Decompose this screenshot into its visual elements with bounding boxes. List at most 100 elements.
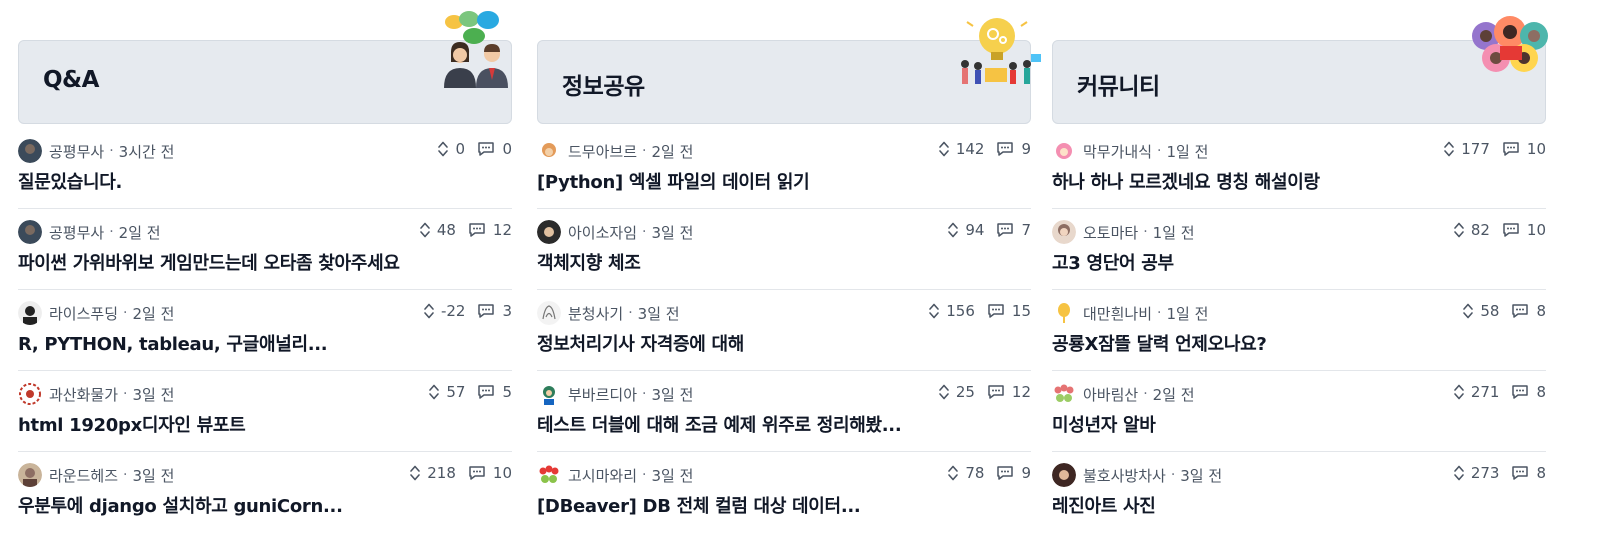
author-name[interactable]: 공평무사 xyxy=(49,222,104,243)
up-down-chevron-icon[interactable] xyxy=(419,221,431,239)
list-item[interactable]: 공평무사 · 2일 전 48 12 파이썬 가위바위보 게임만드는데 오타좀 찾… xyxy=(18,209,512,290)
post-title[interactable]: R, PYTHON, tableau, 구글애널리... xyxy=(18,330,328,356)
post-title[interactable]: 고3 영단어 공부 xyxy=(1052,249,1174,275)
community-people-icon xyxy=(1472,16,1548,72)
avatar[interactable] xyxy=(18,301,42,325)
avatar[interactable] xyxy=(537,463,561,487)
author-name[interactable]: 아이소자임 xyxy=(568,222,637,243)
up-down-chevron-icon[interactable] xyxy=(938,383,950,401)
author-name[interactable]: 대만흰나비 xyxy=(1083,303,1152,324)
list-item[interactable]: 과산화물가 · 3일 전 57 5 html 1920px디자인 뷰포트 xyxy=(18,371,512,452)
author-name[interactable]: 과산화물가 xyxy=(49,384,118,405)
post-title[interactable]: 우분투에 django 설치하고 guniCorn... xyxy=(18,492,343,518)
author-name[interactable]: 아바림산 xyxy=(1083,384,1138,405)
author-name[interactable]: 분청사기 xyxy=(568,303,623,324)
comment-bubble-icon xyxy=(997,223,1014,237)
post-title[interactable]: 정보처리기사 자격증에 대해 xyxy=(537,330,744,356)
separator: · xyxy=(1157,305,1162,321)
list-item[interactable]: 아이소자임 · 3일 전 94 7 객체지향 체조 xyxy=(537,209,1031,290)
up-down-chevron-icon[interactable] xyxy=(423,302,435,320)
comment-count: 3 xyxy=(502,302,512,320)
post-title[interactable]: 파이썬 가위바위보 게임만드는데 오타좀 찾아주세요 xyxy=(18,249,400,275)
separator: · xyxy=(109,224,114,240)
up-down-chevron-icon[interactable] xyxy=(1453,221,1465,239)
comment-count: 8 xyxy=(1536,383,1546,401)
author-name[interactable]: 공평무사 xyxy=(49,141,104,162)
avatar[interactable] xyxy=(1052,220,1076,244)
author-name[interactable]: 라이스푸딩 xyxy=(49,303,118,324)
post-time: 1일 전 xyxy=(1166,304,1209,323)
up-down-chevron-icon[interactable] xyxy=(409,464,421,482)
list-item[interactable]: 막무가내식 · 1일 전 177 10 하나 하나 모르겠네요 명칭 해설이랑 xyxy=(1052,128,1546,209)
list-item[interactable]: 분청사기 · 3일 전 156 15 정보처리기사 자격증에 대해 xyxy=(537,290,1031,371)
avatar[interactable] xyxy=(18,220,42,244)
post-time: 3일 전 xyxy=(132,385,175,404)
list-item[interactable]: 고시마와리 · 3일 전 78 9 [DBeaver] DB 전체 컬럼 대상 … xyxy=(537,452,1031,533)
list-item[interactable]: 라운드헤즈 · 3일 전 218 10 우분투에 django 설치하고 gun… xyxy=(18,452,512,533)
list-item[interactable]: 공평무사 · 3시간 전 0 0 질문있습니다. xyxy=(18,128,512,209)
comment-count: 12 xyxy=(492,221,512,239)
list-item[interactable]: 아바림산 · 2일 전 271 8 미성년자 알바 xyxy=(1052,371,1546,452)
up-down-chevron-icon[interactable] xyxy=(947,464,959,482)
avatar[interactable] xyxy=(18,139,42,163)
avatar[interactable] xyxy=(537,139,561,163)
comment-bubble-icon xyxy=(1512,466,1529,480)
author-name[interactable]: 오토마타 xyxy=(1083,222,1138,243)
separator: · xyxy=(123,386,128,402)
list-item[interactable]: 라이스푸딩 · 2일 전 -22 3 R, PYTHON, tableau, 구… xyxy=(18,290,512,371)
up-down-chevron-icon[interactable] xyxy=(1443,140,1455,158)
post-time: 2일 전 xyxy=(132,304,175,323)
post-title[interactable]: 하나 하나 모르겠네요 명칭 해설이랑 xyxy=(1052,168,1320,194)
column-info-share: 정보공유 드무아브르 · 2일 전 142 9 [Python] 엑셀 파일의 … xyxy=(537,0,1041,559)
avatar[interactable] xyxy=(18,382,42,406)
post-title[interactable]: 레진아트 사진 xyxy=(1052,492,1156,518)
avatar[interactable] xyxy=(1052,301,1076,325)
author-name[interactable]: 고시마와리 xyxy=(568,465,637,486)
up-down-chevron-icon[interactable] xyxy=(437,140,449,158)
avatar[interactable] xyxy=(1052,382,1076,406)
vote-count: 58 xyxy=(1480,302,1500,320)
avatar[interactable] xyxy=(18,463,42,487)
vote-count: 78 xyxy=(965,464,985,482)
post-title[interactable]: 공룡X잠뜰 달력 언제오나요? xyxy=(1052,330,1267,356)
comment-count: 0 xyxy=(502,140,512,158)
avatar[interactable] xyxy=(537,220,561,244)
author-name[interactable]: 드무아브르 xyxy=(568,141,637,162)
up-down-chevron-icon[interactable] xyxy=(947,221,959,239)
post-title[interactable]: 테스트 더블에 대해 조금 예제 위주로 정리해봤... xyxy=(537,411,902,437)
post-title[interactable]: [Python] 엑셀 파일의 데이터 읽기 xyxy=(537,168,810,194)
post-list: 드무아브르 · 2일 전 142 9 [Python] 엑셀 파일의 데이터 읽… xyxy=(537,128,1031,533)
author-name[interactable]: 막무가내식 xyxy=(1083,141,1152,162)
post-title[interactable]: 객체지향 체조 xyxy=(537,249,641,275)
list-item[interactable]: 오토마타 · 1일 전 82 10 고3 영단어 공부 xyxy=(1052,209,1546,290)
up-down-chevron-icon[interactable] xyxy=(1462,302,1474,320)
comment-bubble-icon xyxy=(469,466,485,480)
avatar[interactable] xyxy=(1052,139,1076,163)
avatar[interactable] xyxy=(537,301,561,325)
up-down-chevron-icon[interactable] xyxy=(928,302,940,320)
post-time: 3일 전 xyxy=(651,466,694,485)
separator: · xyxy=(642,386,647,402)
author-name[interactable]: 불호사방차사 xyxy=(1083,465,1166,486)
list-item[interactable]: 대만흰나비 · 1일 전 58 8 공룡X잠뜰 달력 언제오나요? xyxy=(1052,290,1546,371)
avatar[interactable] xyxy=(1052,463,1076,487)
post-title[interactable]: 미성년자 알바 xyxy=(1052,411,1156,437)
up-down-chevron-icon[interactable] xyxy=(1453,383,1465,401)
author-name[interactable]: 라운드헤즈 xyxy=(49,465,118,486)
list-item[interactable]: 부바르디아 · 3일 전 25 12 테스트 더블에 대해 조금 예제 위주로 … xyxy=(537,371,1031,452)
author-name[interactable]: 부바르디아 xyxy=(568,384,637,405)
list-item[interactable]: 드무아브르 · 2일 전 142 9 [Python] 엑셀 파일의 데이터 읽… xyxy=(537,128,1031,209)
avatar[interactable] xyxy=(537,382,561,406)
up-down-chevron-icon[interactable] xyxy=(938,140,950,158)
list-item[interactable]: 불호사방차사 · 3일 전 273 8 레진아트 사진 xyxy=(1052,452,1546,533)
comment-bubble-icon xyxy=(478,385,495,399)
post-title[interactable]: 질문있습니다. xyxy=(18,168,122,194)
comment-bubble-icon xyxy=(1512,304,1529,318)
up-down-chevron-icon[interactable] xyxy=(1453,464,1465,482)
post-title[interactable]: html 1920px디자인 뷰포트 xyxy=(18,411,246,437)
post-title[interactable]: [DBeaver] DB 전체 컬럼 대상 데이터... xyxy=(537,492,861,518)
vote-count: 271 xyxy=(1470,383,1500,401)
vote-count: 218 xyxy=(427,464,456,482)
comment-count: 10 xyxy=(492,464,512,482)
up-down-chevron-icon[interactable] xyxy=(428,383,440,401)
